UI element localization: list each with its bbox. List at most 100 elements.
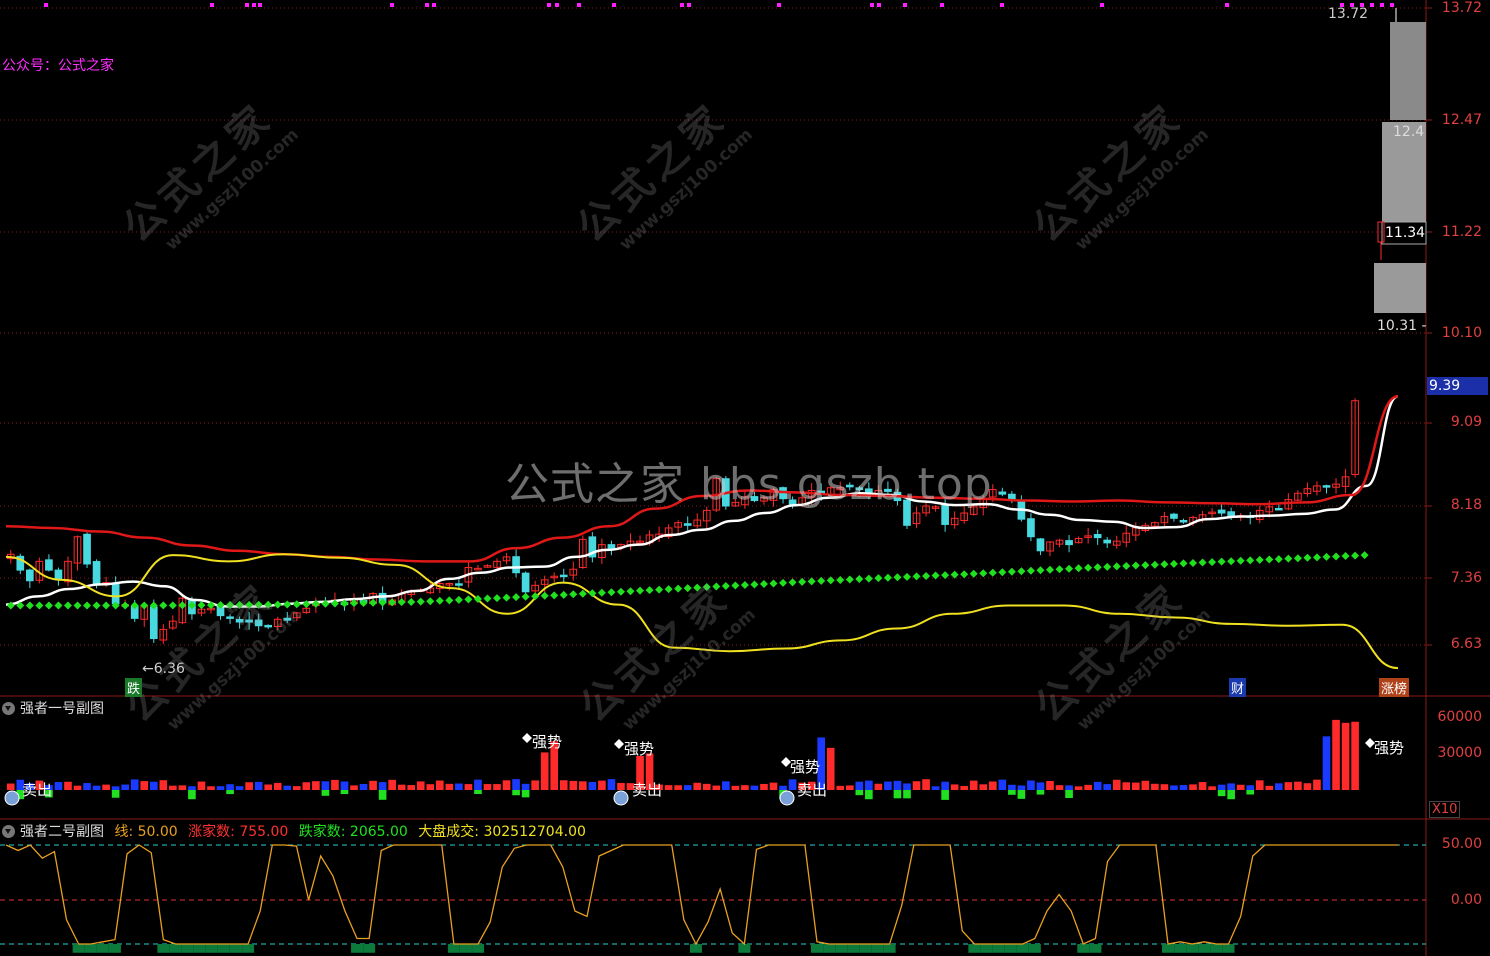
green-dot <box>902 572 911 581</box>
green-dot <box>969 569 978 578</box>
green-dot <box>1112 562 1121 571</box>
green-dot <box>1351 551 1360 560</box>
green-dot <box>407 597 416 606</box>
volume-neg-bar <box>378 790 387 800</box>
green-dot <box>597 588 606 597</box>
volume-bar <box>1141 780 1150 790</box>
volume-bar <box>130 779 139 790</box>
volume-bar <box>779 785 787 790</box>
candle-body <box>92 561 101 585</box>
signal-sell: 卖出 <box>22 781 53 799</box>
volume-neg-bar <box>1246 790 1255 795</box>
green-dot <box>121 601 130 610</box>
chip-label: 12.4 <box>1393 124 1425 140</box>
volume-neg-bar <box>512 790 520 796</box>
green-dot <box>616 587 625 596</box>
green-dot <box>168 601 177 610</box>
osc-fill <box>72 944 1235 953</box>
volume-bar <box>1160 784 1169 790</box>
candle-body <box>111 583 120 605</box>
top-signal-dot <box>1390 3 1394 7</box>
volume-bar <box>1036 782 1045 790</box>
volume-tick: 60000 <box>1437 709 1482 725</box>
green-dot <box>922 571 931 580</box>
tag-financial[interactable]: 财 <box>1229 678 1247 697</box>
panel2-header[interactable]: 强者二号副图 线: 50.00 涨家数: 755.00 跌家数: 2065.00… <box>2 821 586 841</box>
green-dot <box>1122 561 1131 570</box>
volume-bar <box>845 785 854 790</box>
candle-body <box>45 559 53 571</box>
volume-bar <box>607 779 616 790</box>
panel1-title-text: 强者一号副图 <box>20 701 104 717</box>
top-signal-dot <box>612 3 616 7</box>
volume-bar <box>617 782 625 790</box>
candle-body <box>1179 519 1188 523</box>
green-dot <box>493 594 502 603</box>
volume-bar <box>826 747 835 790</box>
line-value: 线: 50.00 <box>114 824 178 840</box>
volume-bar <box>6 783 15 790</box>
sell-signal-icon <box>779 790 795 806</box>
price-tick: 9.09 <box>1450 414 1482 430</box>
volume-neg-bar <box>188 790 196 800</box>
volume-bar <box>1103 784 1112 790</box>
green-dot <box>1293 554 1302 563</box>
volume-neg-bar <box>226 790 234 795</box>
volume-bar <box>1170 785 1178 790</box>
tag-limit-up[interactable]: 涨榜 <box>1379 678 1410 697</box>
volume-bar <box>1179 785 1188 790</box>
green-dot <box>779 578 788 587</box>
top-signal-dot <box>555 3 559 7</box>
volume-bar <box>693 782 702 790</box>
candle-body <box>1170 513 1178 519</box>
panel2-title: 强者二号副图 <box>20 824 104 840</box>
volume-neg-bar <box>855 790 864 796</box>
volume-neg-bar <box>1065 790 1073 799</box>
green-dot <box>416 597 425 606</box>
volume-bar <box>416 781 425 790</box>
volume-bar <box>731 785 740 790</box>
volume-bar <box>979 784 988 790</box>
volume-bar <box>1265 785 1274 790</box>
green-dot <box>807 577 816 586</box>
volume-bar <box>312 781 320 790</box>
volume-neg-bar <box>1036 790 1045 795</box>
volume-bar <box>73 785 82 790</box>
volume-bar <box>1112 779 1121 790</box>
top-signal-dot <box>547 3 551 7</box>
volume-bar <box>950 784 959 790</box>
candle-body <box>1027 518 1035 538</box>
top-signal-dot <box>245 3 249 7</box>
volume-bar <box>1236 784 1245 790</box>
green-dot <box>1074 564 1083 573</box>
green-dot <box>988 568 997 577</box>
top-signal-dot <box>1370 3 1374 7</box>
top-signal-dots <box>44 3 1394 7</box>
price-tick: 7.36 <box>1450 570 1482 586</box>
volume-bar <box>1351 721 1359 790</box>
collapse-icon[interactable] <box>2 702 15 715</box>
candle-body <box>83 533 91 565</box>
panel1-title[interactable]: 强者一号副图 <box>2 698 104 718</box>
green-dot <box>1017 567 1026 576</box>
signal-strong: 强势 <box>624 740 655 758</box>
volume-bar <box>188 786 196 790</box>
volume-bar <box>169 785 177 790</box>
candle-body <box>1036 538 1045 552</box>
volume-bar <box>903 783 911 790</box>
volume-bar <box>1093 781 1102 790</box>
tag-down[interactable]: 跌 <box>125 678 143 697</box>
green-dot <box>1332 552 1341 561</box>
strong-signal-marker <box>522 733 532 743</box>
green-dot <box>912 572 921 581</box>
green-dot <box>664 585 673 594</box>
collapse-icon[interactable] <box>2 825 15 838</box>
volume-bar <box>1151 783 1159 790</box>
volume-bar <box>121 784 129 790</box>
volume-bar <box>893 780 902 790</box>
volume-bars <box>4 719 1375 806</box>
green-dot <box>855 575 864 584</box>
volume-bar <box>674 785 682 790</box>
green-dot <box>759 579 768 588</box>
volume-bar <box>865 780 873 790</box>
